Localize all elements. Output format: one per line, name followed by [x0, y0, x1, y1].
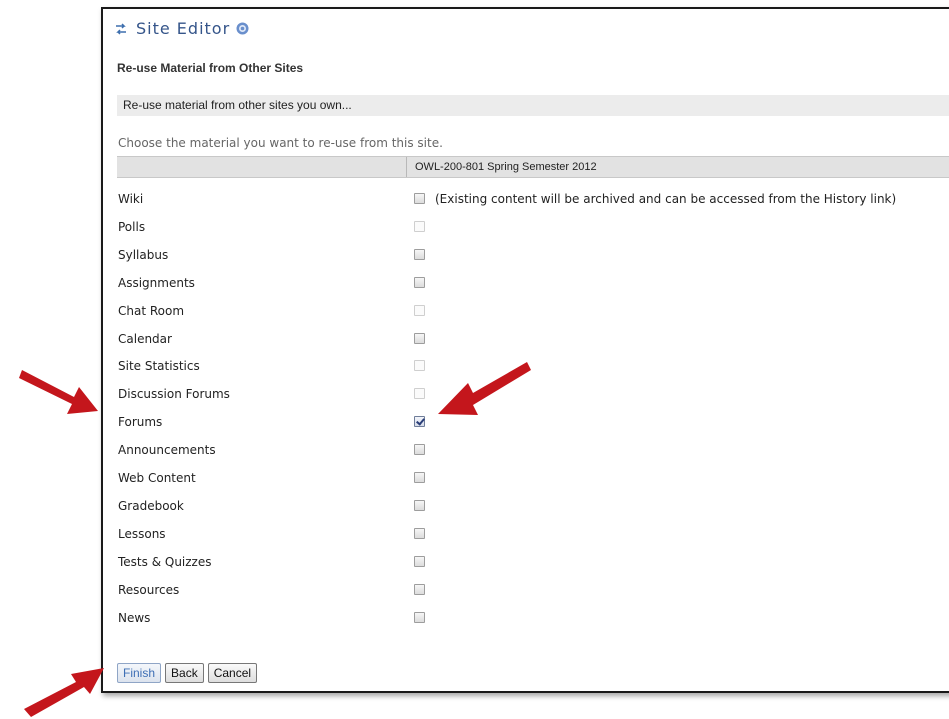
tool-checkbox[interactable] — [414, 416, 425, 428]
tool-row: Site Statistics — [103, 356, 949, 383]
page-subtitle: Re-use Material from Other Sites — [117, 61, 304, 75]
tool-checkbox — [414, 304, 425, 316]
tool-checkbox[interactable] — [414, 248, 425, 260]
tool-row: Resources — [103, 580, 949, 607]
tool-label: Resources — [118, 582, 180, 597]
tool-row: Wiki (Existing content will be archived a… — [103, 189, 949, 216]
tool-row: Discussion Forums — [103, 384, 949, 411]
tool-label: Lessons — [118, 526, 166, 541]
tool-checkbox[interactable] — [414, 499, 425, 511]
tool-row: Calendar — [103, 329, 949, 356]
tool-label: Site Statistics — [118, 359, 200, 374]
tool-checkbox — [414, 220, 425, 232]
button-bar: Finish Back Cancel — [117, 663, 258, 683]
column-divider — [406, 157, 407, 177]
title-row: Site Editor — [114, 19, 249, 38]
tool-label: Web Content — [118, 471, 196, 485]
tool-label: Tests & Quizzes — [118, 554, 212, 569]
page-title: Site Editor — [136, 19, 231, 38]
help-icon[interactable] — [236, 22, 249, 35]
section-bar: Re-use material from other sites you own… — [117, 95, 949, 116]
arrow-shape — [19, 370, 98, 414]
tool-row: Polls — [103, 217, 949, 244]
tool-row: Chat Room — [103, 301, 949, 328]
tool-label: Gradebook — [118, 498, 184, 513]
tool-row: Assignments — [103, 273, 949, 300]
tool-label: Announcements — [118, 443, 216, 458]
tool-row: Web Content — [103, 468, 949, 495]
tool-checkbox[interactable] — [414, 583, 425, 595]
tool-label: Assignments — [118, 275, 195, 290]
tool-checkbox[interactable] — [414, 555, 425, 567]
tool-row: News — [103, 608, 949, 635]
tool-row: Tests & Quizzes — [103, 552, 949, 579]
tool-label: Wiki — [118, 192, 144, 206]
tool-label: Forums — [118, 415, 163, 430]
tool-label: Polls — [118, 219, 146, 234]
tool-checkbox[interactable] — [414, 193, 425, 204]
tool-checkbox[interactable] — [414, 332, 425, 344]
tool-row: Announcements — [103, 440, 949, 467]
tool-label: Syllabus — [118, 247, 169, 262]
swap-arrows-icon — [116, 22, 126, 35]
table-header: OWL-200-801 Spring Semester 2012 — [117, 156, 949, 178]
tool-checkbox[interactable] — [414, 276, 425, 288]
instructions-text: Choose the material you want to re-use f… — [118, 136, 443, 150]
tool-checkbox[interactable] — [414, 611, 425, 623]
site-column-header: OWL-200-801 Spring Semester 2012 — [415, 161, 597, 173]
tool-label: News — [118, 610, 151, 625]
site-editor-panel: Site Editor Re-use Material from Other S… — [101, 7, 949, 693]
tool-checkbox[interactable] — [414, 444, 425, 456]
back-button[interactable]: Back — [165, 663, 204, 683]
arrow-shape — [24, 668, 104, 717]
tool-row: Gradebook — [103, 496, 949, 523]
tool-row: Syllabus — [103, 245, 949, 272]
tool-checkbox[interactable] — [414, 527, 425, 539]
tool-checkbox[interactable] — [414, 472, 425, 483]
tool-label: Calendar — [118, 331, 172, 346]
tool-note: (Existing content will be archived and c… — [435, 192, 897, 206]
tool-row: Forums — [103, 412, 949, 439]
tool-checkbox — [414, 360, 425, 372]
tool-checkbox — [414, 388, 425, 400]
tool-label: Chat Room — [118, 303, 185, 318]
finish-button[interactable]: Finish — [117, 663, 162, 683]
cancel-button[interactable]: Cancel — [207, 663, 258, 683]
tool-row: Lessons — [103, 524, 949, 551]
tool-label: Discussion Forums — [118, 387, 230, 402]
